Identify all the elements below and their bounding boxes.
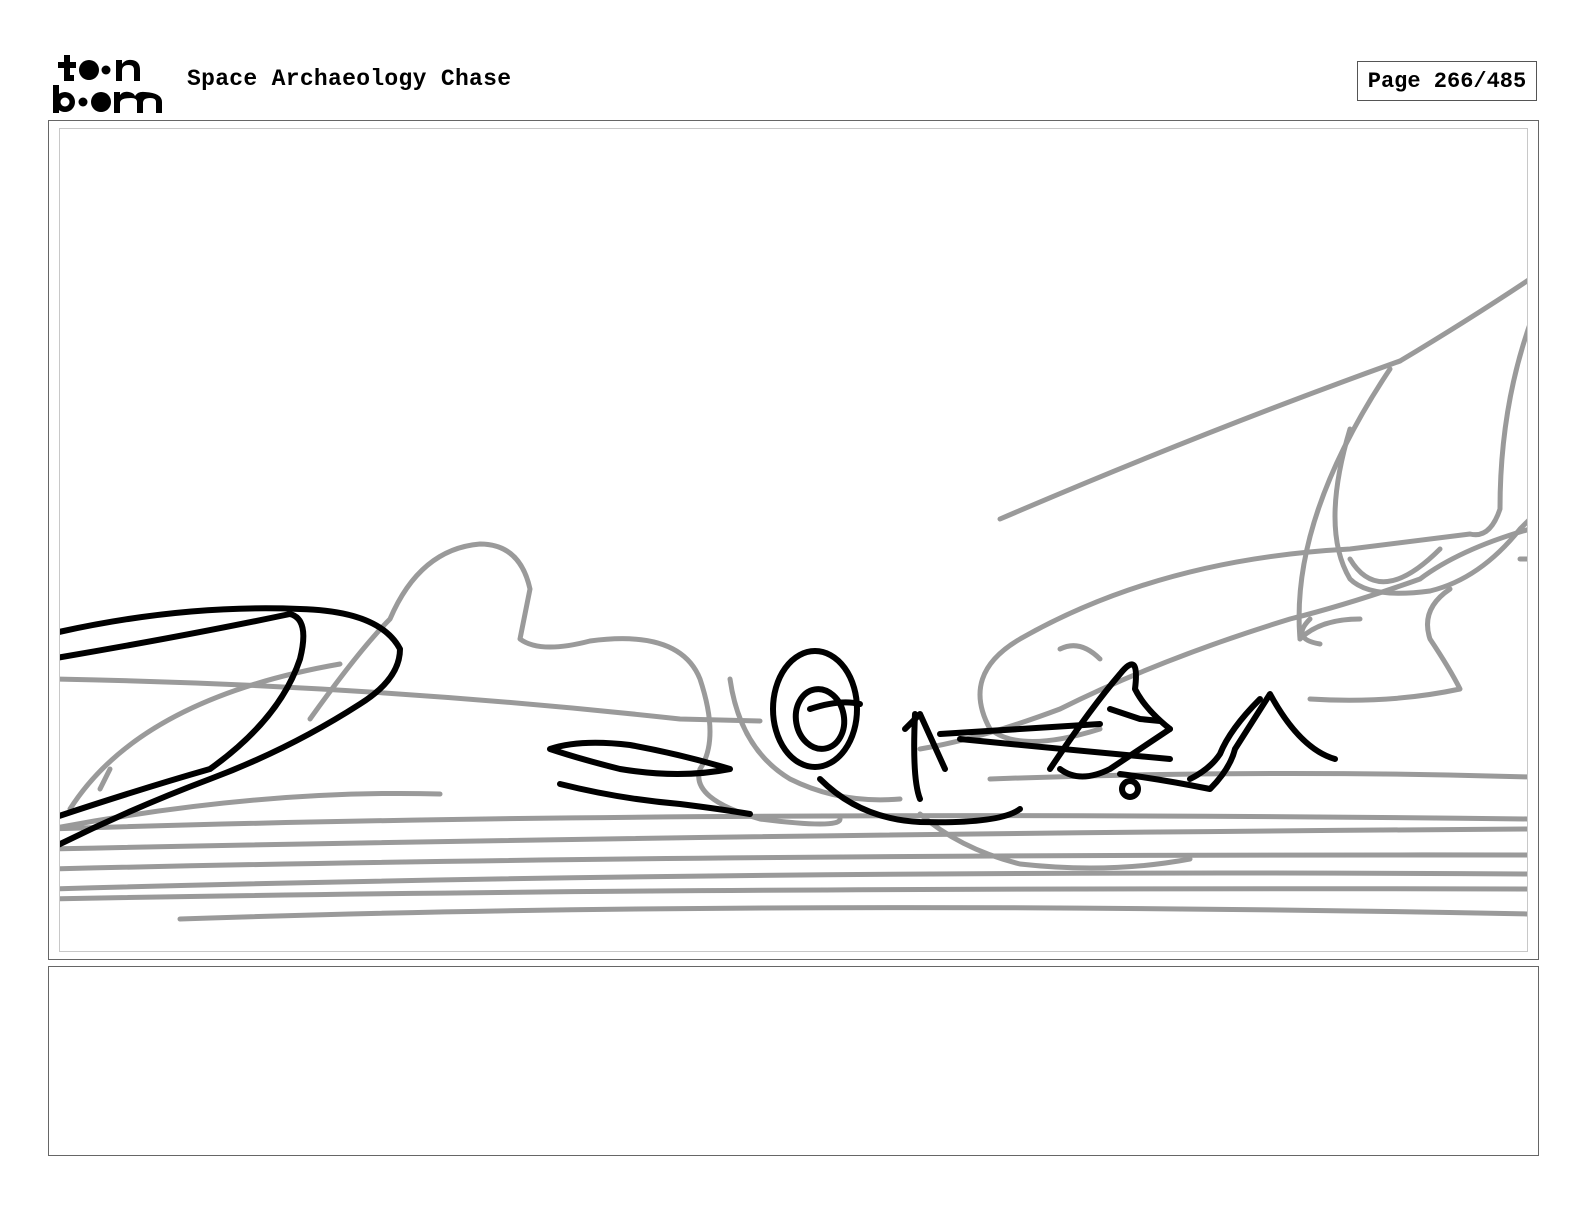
- panel-drawing-area: [59, 128, 1528, 952]
- panel-notes: [48, 966, 1539, 1156]
- page-label: Page 266/485: [1367, 68, 1527, 94]
- storyboard-panel: [48, 120, 1539, 960]
- page-counter: Page 266/485: [1357, 61, 1537, 101]
- project-title: Space Archaeology Chase: [187, 66, 512, 92]
- toon-boom-logo: [50, 52, 166, 114]
- panel-sketch: [60, 277, 1527, 922]
